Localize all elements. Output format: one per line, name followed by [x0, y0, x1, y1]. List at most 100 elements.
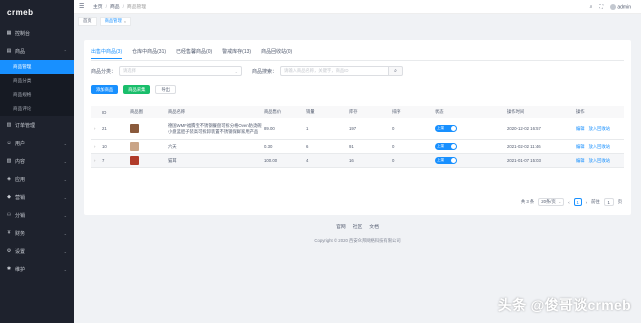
- tag-home[interactable]: 首页: [78, 16, 97, 26]
- cell-time: 2021-02-02 11:46: [507, 144, 541, 149]
- sidebar-item-app[interactable]: ◈ 应用 ⌄: [0, 170, 74, 188]
- breadcrumb: 主页 / 商品 / 商品管理: [93, 5, 147, 10]
- next-page-icon[interactable]: ›: [586, 200, 587, 205]
- sidebar-sub-product-manage[interactable]: 商品管理: [0, 60, 74, 74]
- sidebar-item-user[interactable]: ☺ 用户 ⌄: [0, 134, 74, 152]
- footer-link-docs[interactable]: 文档: [369, 223, 379, 230]
- expand-icon[interactable]: ›: [91, 144, 102, 149]
- footer-link-community[interactable]: 社区: [353, 223, 363, 230]
- footer-link-official[interactable]: 官网: [336, 223, 346, 230]
- tab-sold-out[interactable]: 已经售馨商品(0): [176, 48, 212, 59]
- chevron-down-icon: ⌄: [63, 230, 67, 236]
- col-id: ID: [102, 109, 107, 115]
- sidebar-item-label: 商品: [15, 48, 26, 55]
- breadcrumb-home[interactable]: 主页: [93, 5, 103, 10]
- collect-product-button[interactable]: 商品采集: [123, 85, 151, 94]
- status-toggle-label: 上架: [437, 126, 445, 130]
- action-buttons: 添加商品 商品采集 导出: [91, 85, 176, 94]
- product-thumbnail[interactable]: [130, 123, 139, 133]
- sidebar-item-finance[interactable]: ¥ 财务 ⌄: [0, 224, 74, 242]
- status-toggle[interactable]: 上架: [435, 157, 457, 164]
- cell-price: 100.00: [264, 158, 278, 163]
- fullscreen-icon[interactable]: ⛶: [599, 4, 603, 10]
- sidebar-item-content[interactable]: ▧ 内容 ⌄: [0, 152, 74, 170]
- status-toggle[interactable]: 上架: [435, 143, 457, 150]
- breadcrumb-current: 商品管理: [126, 5, 147, 10]
- search-label: 商品搜索：: [252, 68, 278, 75]
- sidebar-item-maintain[interactable]: ✱ 维护 ⌄: [0, 260, 74, 278]
- edit-link[interactable]: 编辑: [576, 158, 585, 163]
- toggle-knob: [451, 158, 456, 163]
- status-toggle-label: 上架: [437, 144, 445, 148]
- status-toggle[interactable]: 上架: [435, 125, 457, 132]
- expand-icon[interactable]: ›: [91, 126, 102, 131]
- col-sales: 销量: [306, 109, 315, 114]
- chevron-down-icon: ⌄: [63, 248, 67, 254]
- breadcrumb-product[interactable]: 商品: [110, 5, 120, 10]
- recycle-link[interactable]: 放入回收站: [589, 144, 610, 149]
- table-row: › 21 德国WMF福腾宝不锈钢餐盘可拆分格Oven防烫碗小盘蓝胆子装高可拆卸装…: [91, 118, 624, 140]
- tag-current[interactable]: 商品管理 ×: [99, 16, 132, 26]
- filter-bar: 商品分类： 请选择 ⌄ 商品搜索： 请输入商品名称，关键字，商品ID ⌕: [91, 66, 404, 76]
- recycle-link[interactable]: 放入回收站: [589, 158, 610, 163]
- edit-link[interactable]: 编辑: [576, 126, 585, 131]
- category-label: 商品分类：: [91, 68, 117, 75]
- order-icon: ▥: [6, 122, 12, 128]
- sidebar-item-dashboard[interactable]: ▦ 控制台: [0, 24, 74, 42]
- logo[interactable]: crmeb: [0, 0, 74, 24]
- search-icon: ⌕: [394, 68, 397, 74]
- menu-toggle-icon[interactable]: ☰: [79, 3, 87, 10]
- search-group: 商品搜索： 请输入商品名称，关键字，商品ID ⌕: [252, 66, 404, 76]
- tag-bar: 首页 商品管理 ×: [74, 14, 641, 28]
- col-time: 操作时间: [507, 109, 525, 114]
- toggle-knob: [451, 144, 456, 149]
- page-number-current[interactable]: 1: [573, 198, 582, 206]
- add-product-button[interactable]: 添加商品: [91, 85, 119, 94]
- close-icon[interactable]: ×: [124, 19, 126, 24]
- sidebar-sub-product-review[interactable]: 商品评论: [0, 102, 74, 116]
- goto-label: 前往: [591, 199, 600, 204]
- sidebar-item-marketing[interactable]: ◆ 营销 ⌄: [0, 188, 74, 206]
- sidebar-item-order[interactable]: ▥ 订单管理: [0, 116, 74, 134]
- expand-icon[interactable]: ›: [91, 158, 102, 163]
- settings-icon: ⚙: [6, 248, 12, 254]
- footer: 官网 社区 文档 Copyright © 2020 西安众邦网络科技有限公司: [74, 223, 641, 244]
- search-input[interactable]: 请输入商品名称，关键字，商品ID: [280, 66, 390, 76]
- tab-stock-alert[interactable]: 警戒库存(13): [222, 48, 251, 59]
- product-card: 出售中商品(3) 仓库中商品(31) 已经售馨商品(0) 警戒库存(13) 商品…: [84, 40, 631, 215]
- page-suffix: 页: [617, 199, 622, 204]
- marketing-icon: ◆: [7, 194, 11, 200]
- recycle-link[interactable]: 放入回收站: [589, 126, 610, 131]
- tab-warehouse[interactable]: 仓库中商品(31): [132, 48, 166, 59]
- cell-sales: 6: [306, 144, 309, 149]
- cell-price: 89.00: [264, 126, 275, 131]
- status-toggle-label: 上架: [437, 158, 445, 162]
- product-thumbnail[interactable]: [130, 155, 139, 165]
- sidebar-sub-product-category[interactable]: 商品分类: [0, 74, 74, 88]
- product-thumbnail[interactable]: [130, 141, 139, 151]
- sidebar-sub-product-spec[interactable]: 商品规格: [0, 88, 74, 102]
- col-stock: 库存: [349, 109, 358, 114]
- cell-time: 2020-12-02 16:57: [507, 126, 541, 131]
- edit-link[interactable]: 编辑: [576, 144, 585, 149]
- sidebar-item-product[interactable]: ▤ 商品 ⌃: [0, 42, 74, 60]
- page-size-select[interactable]: 20条/页 ⌄: [538, 198, 565, 206]
- finance-icon: ¥: [7, 230, 11, 236]
- sidebar-item-label: 分销: [15, 212, 26, 219]
- tab-on-sale[interactable]: 出售中商品(3): [91, 48, 123, 59]
- header-right: ⌕ ⛶ admin: [590, 0, 631, 14]
- prev-page-icon[interactable]: ‹: [568, 200, 569, 205]
- category-select[interactable]: 请选择 ⌄: [119, 66, 243, 76]
- page-jump-input[interactable]: 1: [603, 198, 614, 206]
- export-button[interactable]: 导出: [155, 85, 176, 94]
- search-button[interactable]: ⌕: [389, 66, 404, 76]
- sidebar-item-distribution[interactable]: ⚇ 分销 ⌄: [0, 206, 74, 224]
- col-status: 状态: [435, 109, 444, 114]
- sidebar-item-settings[interactable]: ⚙ 设置 ⌄: [0, 242, 74, 260]
- user-menu[interactable]: admin: [609, 3, 631, 11]
- tab-recycle-bin[interactable]: 商品回收站(0): [261, 48, 292, 59]
- pagination-total: 共 3 条: [520, 199, 535, 204]
- admin-name: admin: [617, 4, 631, 11]
- search-icon[interactable]: ⌕: [590, 4, 593, 10]
- cell-id: 10: [102, 144, 107, 149]
